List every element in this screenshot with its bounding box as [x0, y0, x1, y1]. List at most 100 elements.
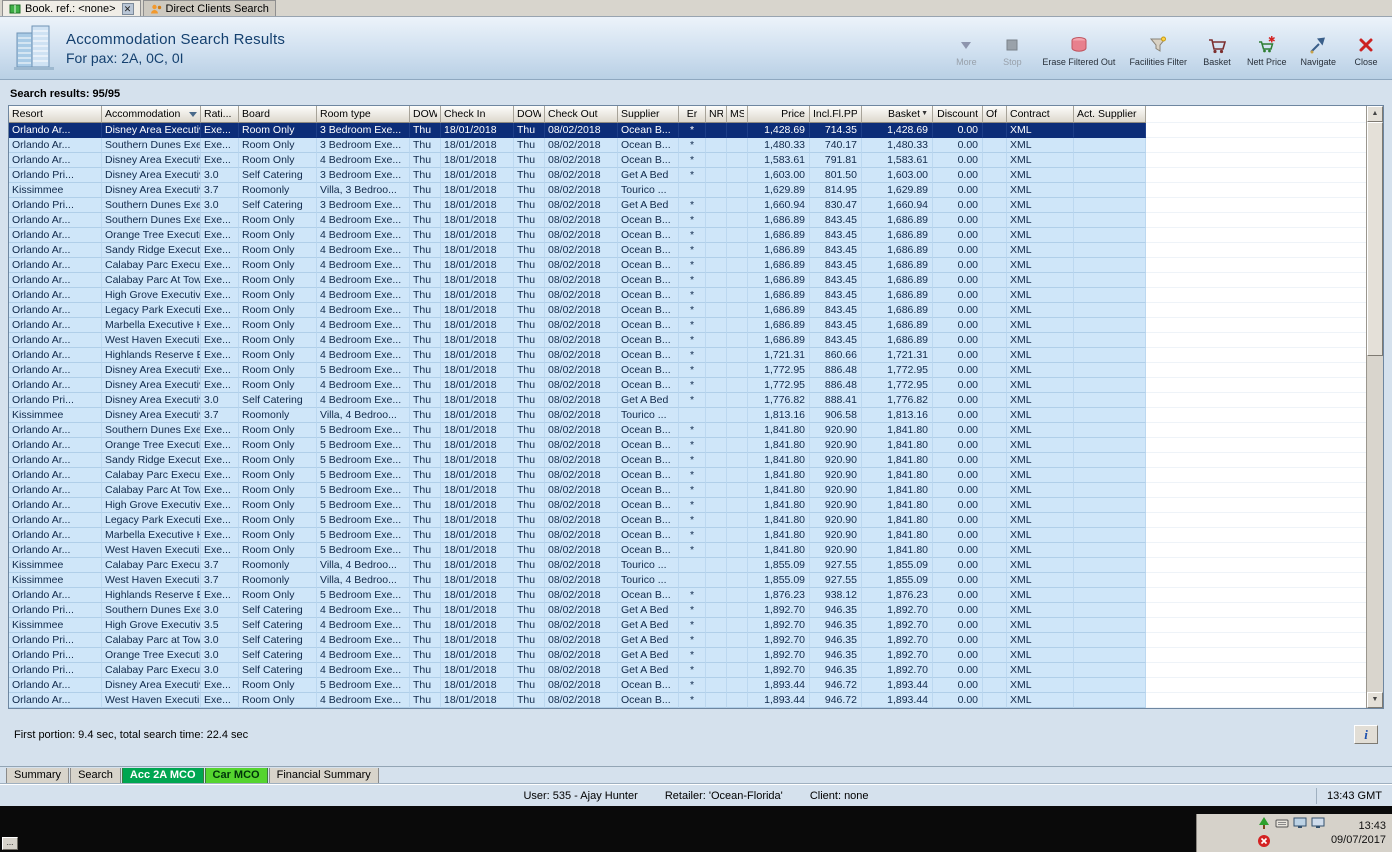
table-row[interactable]: Orlando Ar...West Haven Executi...Exe...… [9, 543, 1366, 558]
column-header[interactable]: Of [983, 106, 1007, 123]
grid-cell [1074, 588, 1146, 603]
taskbar-overflow-button[interactable]: ... [2, 837, 18, 850]
info-button[interactable]: i [1354, 725, 1378, 744]
grid-cell: Orlando Ar... [9, 378, 102, 393]
table-row[interactable]: Orlando Ar...Calabay Parc At Tow...Exe..… [9, 483, 1366, 498]
nett-price-button[interactable]: ✱Nett Price [1247, 35, 1287, 67]
table-row[interactable]: Orlando Ar...Sandy Ridge Executi...Exe..… [9, 453, 1366, 468]
table-row[interactable]: Orlando Ar...Orange Tree Executi...Exe..… [9, 438, 1366, 453]
table-row[interactable]: Orlando Pri...Southern Dunes Exe...3.0Se… [9, 198, 1366, 213]
grid-cell: 0.00 [933, 258, 983, 273]
table-row[interactable]: Orlando Ar...Sandy Ridge Executi...Exe..… [9, 243, 1366, 258]
tray-display2-icon[interactable] [1311, 816, 1325, 833]
table-row[interactable]: Orlando Ar...Legacy Park Executiv...Exe.… [9, 303, 1366, 318]
column-header[interactable]: Check Out [545, 106, 618, 123]
table-row[interactable]: Orlando Pri...Orange Tree Executi...3.0S… [9, 648, 1366, 663]
grid-cell: Calabay Parc Executi... [102, 663, 201, 678]
table-row[interactable]: Orlando Pri...Calabay Parc at Tow...3.0S… [9, 633, 1366, 648]
taskbar-clock[interactable]: 13:43 09/07/2017 [1331, 819, 1386, 847]
column-header[interactable]: Discount [933, 106, 983, 123]
column-header[interactable]: Contract [1007, 106, 1074, 123]
table-row[interactable]: Orlando Ar...Disney Area Executiv...Exe.… [9, 363, 1366, 378]
row-filler [1146, 333, 1366, 348]
table-row[interactable]: Orlando Ar...Highlands Reserve E...Exe..… [9, 588, 1366, 603]
table-row[interactable]: Orlando Ar...Orange Tree Executi...Exe..… [9, 228, 1366, 243]
column-header[interactable]: Board [239, 106, 317, 123]
row-filler [1146, 198, 1366, 213]
table-row[interactable]: Orlando Ar...Disney Area Executiv...Exe.… [9, 123, 1366, 138]
table-row[interactable]: Orlando Pri...Disney Area Executiv...3.0… [9, 168, 1366, 183]
table-row[interactable]: Orlando Ar...Highlands Reserve E...Exe..… [9, 348, 1366, 363]
table-row[interactable]: KissimmeeCalabay Parc Executi...3.7Roomo… [9, 558, 1366, 573]
table-row[interactable]: Orlando Ar...Disney Area Executiv...Exe.… [9, 378, 1366, 393]
table-row[interactable]: Orlando Ar...Southern Dunes Exe...Exe...… [9, 423, 1366, 438]
tray-network-error-icon[interactable] [1257, 834, 1271, 851]
grid-cell: 1,841.80 [862, 423, 933, 438]
column-header[interactable]: Price [748, 106, 810, 123]
table-row[interactable]: Orlando Ar...West Haven Executi...Exe...… [9, 693, 1366, 708]
bottom-tab-financial-summary[interactable]: Financial Summary [269, 768, 379, 784]
bottom-tab-search[interactable]: Search [70, 768, 121, 784]
column-header[interactable]: NR [706, 106, 727, 123]
table-row[interactable]: Orlando Ar...Disney Area Executiv...Exe.… [9, 153, 1366, 168]
column-header[interactable]: Resort [9, 106, 102, 123]
table-row[interactable]: Orlando Ar...Marbella Executive H...Exe.… [9, 318, 1366, 333]
basket-button[interactable]: Basket [1201, 35, 1233, 67]
table-row[interactable]: Orlando Ar...Calabay Parc Executi...Exe.… [9, 468, 1366, 483]
grid-cell: Ocean B... [618, 678, 679, 693]
table-row[interactable]: KissimmeeHigh Grove Executiv...3.5Self C… [9, 618, 1366, 633]
column-header[interactable]: MS [727, 106, 748, 123]
scroll-down-icon[interactable]: ▼ [1367, 692, 1383, 708]
table-row[interactable]: Orlando Pri...Southern Dunes Exe...3.0Se… [9, 603, 1366, 618]
column-header[interactable]: DOW [514, 106, 545, 123]
table-row[interactable]: KissimmeeDisney Area Executive3.7Roomonl… [9, 408, 1366, 423]
column-header[interactable]: Rati... [201, 106, 239, 123]
table-row[interactable]: Orlando Pri...Disney Area Executiv...3.0… [9, 393, 1366, 408]
table-row[interactable]: Orlando Ar...West Haven Executi...Exe...… [9, 333, 1366, 348]
grid-cell: Room Only [239, 588, 317, 603]
bottom-tab-acc-2a-mco[interactable]: Acc 2A MCO [122, 768, 204, 784]
tab-direct-clients-search[interactable]: Direct Clients Search [143, 0, 276, 16]
scroll-up-icon[interactable]: ▲ [1367, 106, 1383, 122]
table-row[interactable]: Orlando Ar...Disney Area Executiv...Exe.… [9, 678, 1366, 693]
tray-app-icon[interactable] [1257, 816, 1271, 833]
tab-close-icon[interactable]: ✕ [122, 3, 134, 15]
table-row[interactable]: Orlando Ar...Marbella Executive H...Exe.… [9, 528, 1366, 543]
vertical-scrollbar[interactable]: ▲ ▼ [1366, 106, 1383, 708]
grid-cell: Tourico ... [618, 183, 679, 198]
table-row[interactable]: KissimmeeWest Haven Executi...3.7Roomonl… [9, 573, 1366, 588]
column-header[interactable]: Room type [317, 106, 410, 123]
tray-keyboard-icon[interactable] [1275, 816, 1289, 833]
column-header[interactable]: Basket▼ [862, 106, 933, 123]
bottom-tab-car-mco[interactable]: Car MCO [205, 768, 268, 784]
table-row[interactable]: Orlando Ar...High Grove Executiv...Exe..… [9, 288, 1366, 303]
column-header[interactable]: Accommodation [102, 106, 201, 123]
filter-icon[interactable] [189, 112, 197, 117]
column-header[interactable]: Incl.Fl.PP [810, 106, 862, 123]
tab-book-ref[interactable]: Book. ref.: <none> ✕ [2, 0, 141, 16]
scrollbar-thumb[interactable] [1367, 122, 1383, 356]
grid-cell: Thu [514, 348, 545, 363]
column-header[interactable]: Er [679, 106, 706, 123]
table-row[interactable]: Orlando Ar...Calabay Parc Executi...Exe.… [9, 258, 1366, 273]
grid-cell: Room Only [239, 303, 317, 318]
column-header[interactable]: Check In [441, 106, 514, 123]
table-row[interactable]: Orlando Pri...Calabay Parc Executi...3.0… [9, 663, 1366, 678]
column-header[interactable]: Act. Supplier [1074, 106, 1146, 123]
column-header[interactable]: DOW [410, 106, 441, 123]
tray-display-icon[interactable] [1293, 816, 1307, 833]
table-row[interactable]: KissimmeeDisney Area Executive3.7Roomonl… [9, 183, 1366, 198]
table-row[interactable]: Orlando Ar...Southern Dunes Exe...Exe...… [9, 138, 1366, 153]
column-header[interactable]: Supplier [618, 106, 679, 123]
table-row[interactable]: Orlando Ar...Calabay Parc At Tow...Exe..… [9, 273, 1366, 288]
table-row[interactable]: Orlando Ar...High Grove Executiv...Exe..… [9, 498, 1366, 513]
table-row[interactable]: Orlando Ar...Legacy Park Executiv...Exe.… [9, 513, 1366, 528]
grid-cell: 1,660.94 [862, 198, 933, 213]
table-row[interactable]: Orlando Ar...Southern Dunes Exe...Exe...… [9, 213, 1366, 228]
erase-filtered-out-button[interactable]: Erase Filtered Out [1042, 35, 1115, 67]
bottom-tab-summary[interactable]: Summary [6, 768, 69, 784]
facilities-filter-button[interactable]: Facilities Filter [1129, 35, 1187, 67]
close-button[interactable]: Close [1350, 35, 1382, 67]
grid-cell: Thu [514, 558, 545, 573]
navigate-button[interactable]: Navigate [1300, 35, 1336, 67]
